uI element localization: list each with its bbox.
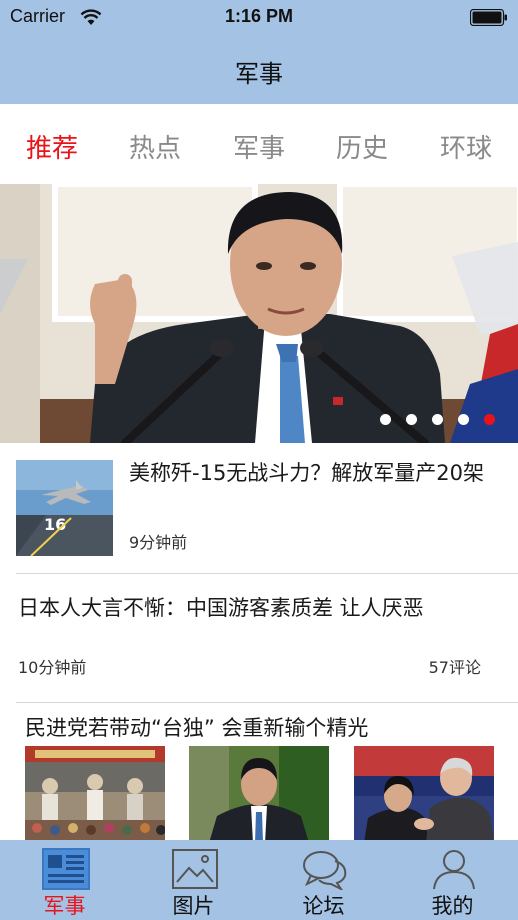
banner-carousel[interactable]: [0, 184, 518, 443]
banner-image: [0, 184, 518, 443]
tabbar-item-forum[interactable]: 论坛: [259, 840, 388, 920]
tabbar-item-military[interactable]: 军事: [0, 840, 129, 920]
page-title: 军事: [235, 60, 283, 88]
tabbar-item-pictures[interactable]: 图片: [129, 840, 258, 920]
carousel-dot[interactable]: [406, 414, 417, 425]
chat-bubbles-icon: [303, 851, 347, 890]
news-item[interactable]: 16 美称歼-15无战斗力？解放军量产20架 9分钟前: [0, 443, 518, 573]
news-title: 日本人大言不惭：中国游客素质差 让人厌恶: [18, 596, 424, 620]
tabbar-label: 军事: [43, 894, 86, 918]
category-tabs: 推荐 热点 军事 历史 环球: [0, 104, 518, 184]
news-icon: [42, 848, 90, 890]
news-title: 美称歼-15无战斗力？解放军量产20架: [129, 461, 485, 485]
carousel-dot[interactable]: [432, 414, 443, 425]
status-bar: Carrier 1:16 PM: [0, 0, 518, 36]
tabbar-label: 论坛: [302, 894, 345, 918]
battery-icon: [470, 9, 507, 26]
navigation-bar: 军事: [0, 36, 518, 104]
news-item[interactable]: 日本人大言不惭：中国游客素质差 让人厌恶 10分钟前 57评论: [0, 574, 518, 702]
tab-recommended[interactable]: 推荐: [7, 128, 97, 165]
tabbar-label: 我的: [431, 894, 474, 918]
status-time: 1:16 PM: [224, 6, 294, 26]
news-title: 民进党若带动“台独” 会重新输个精光: [25, 716, 369, 740]
news-item[interactable]: 民进党若带动“台独” 会重新输个精光: [0, 703, 518, 843]
tab-military[interactable]: 军事: [214, 128, 304, 165]
tabbar-label: 图片: [172, 894, 215, 918]
bottom-tab-bar: 军事 图片 论坛 我的: [0, 840, 518, 920]
picture-icon: [172, 849, 218, 889]
news-time: 10分钟前: [18, 658, 87, 677]
tab-history[interactable]: 历史: [317, 128, 407, 165]
tab-hot[interactable]: 热点: [110, 128, 200, 165]
news-thumbnail: 16: [16, 460, 113, 556]
news-image: [189, 746, 329, 843]
tabbar-item-mine[interactable]: 我的: [388, 840, 517, 920]
carousel-dot[interactable]: [458, 414, 469, 425]
carousel-dot[interactable]: [484, 414, 495, 425]
news-image: [354, 746, 494, 843]
person-icon: [433, 850, 475, 890]
tab-world[interactable]: 环球: [421, 128, 511, 165]
news-time: 9分钟前: [129, 533, 188, 552]
carousel-dot[interactable]: [380, 414, 391, 425]
comment-count: 57评论: [428, 658, 481, 677]
news-image: [25, 746, 165, 843]
